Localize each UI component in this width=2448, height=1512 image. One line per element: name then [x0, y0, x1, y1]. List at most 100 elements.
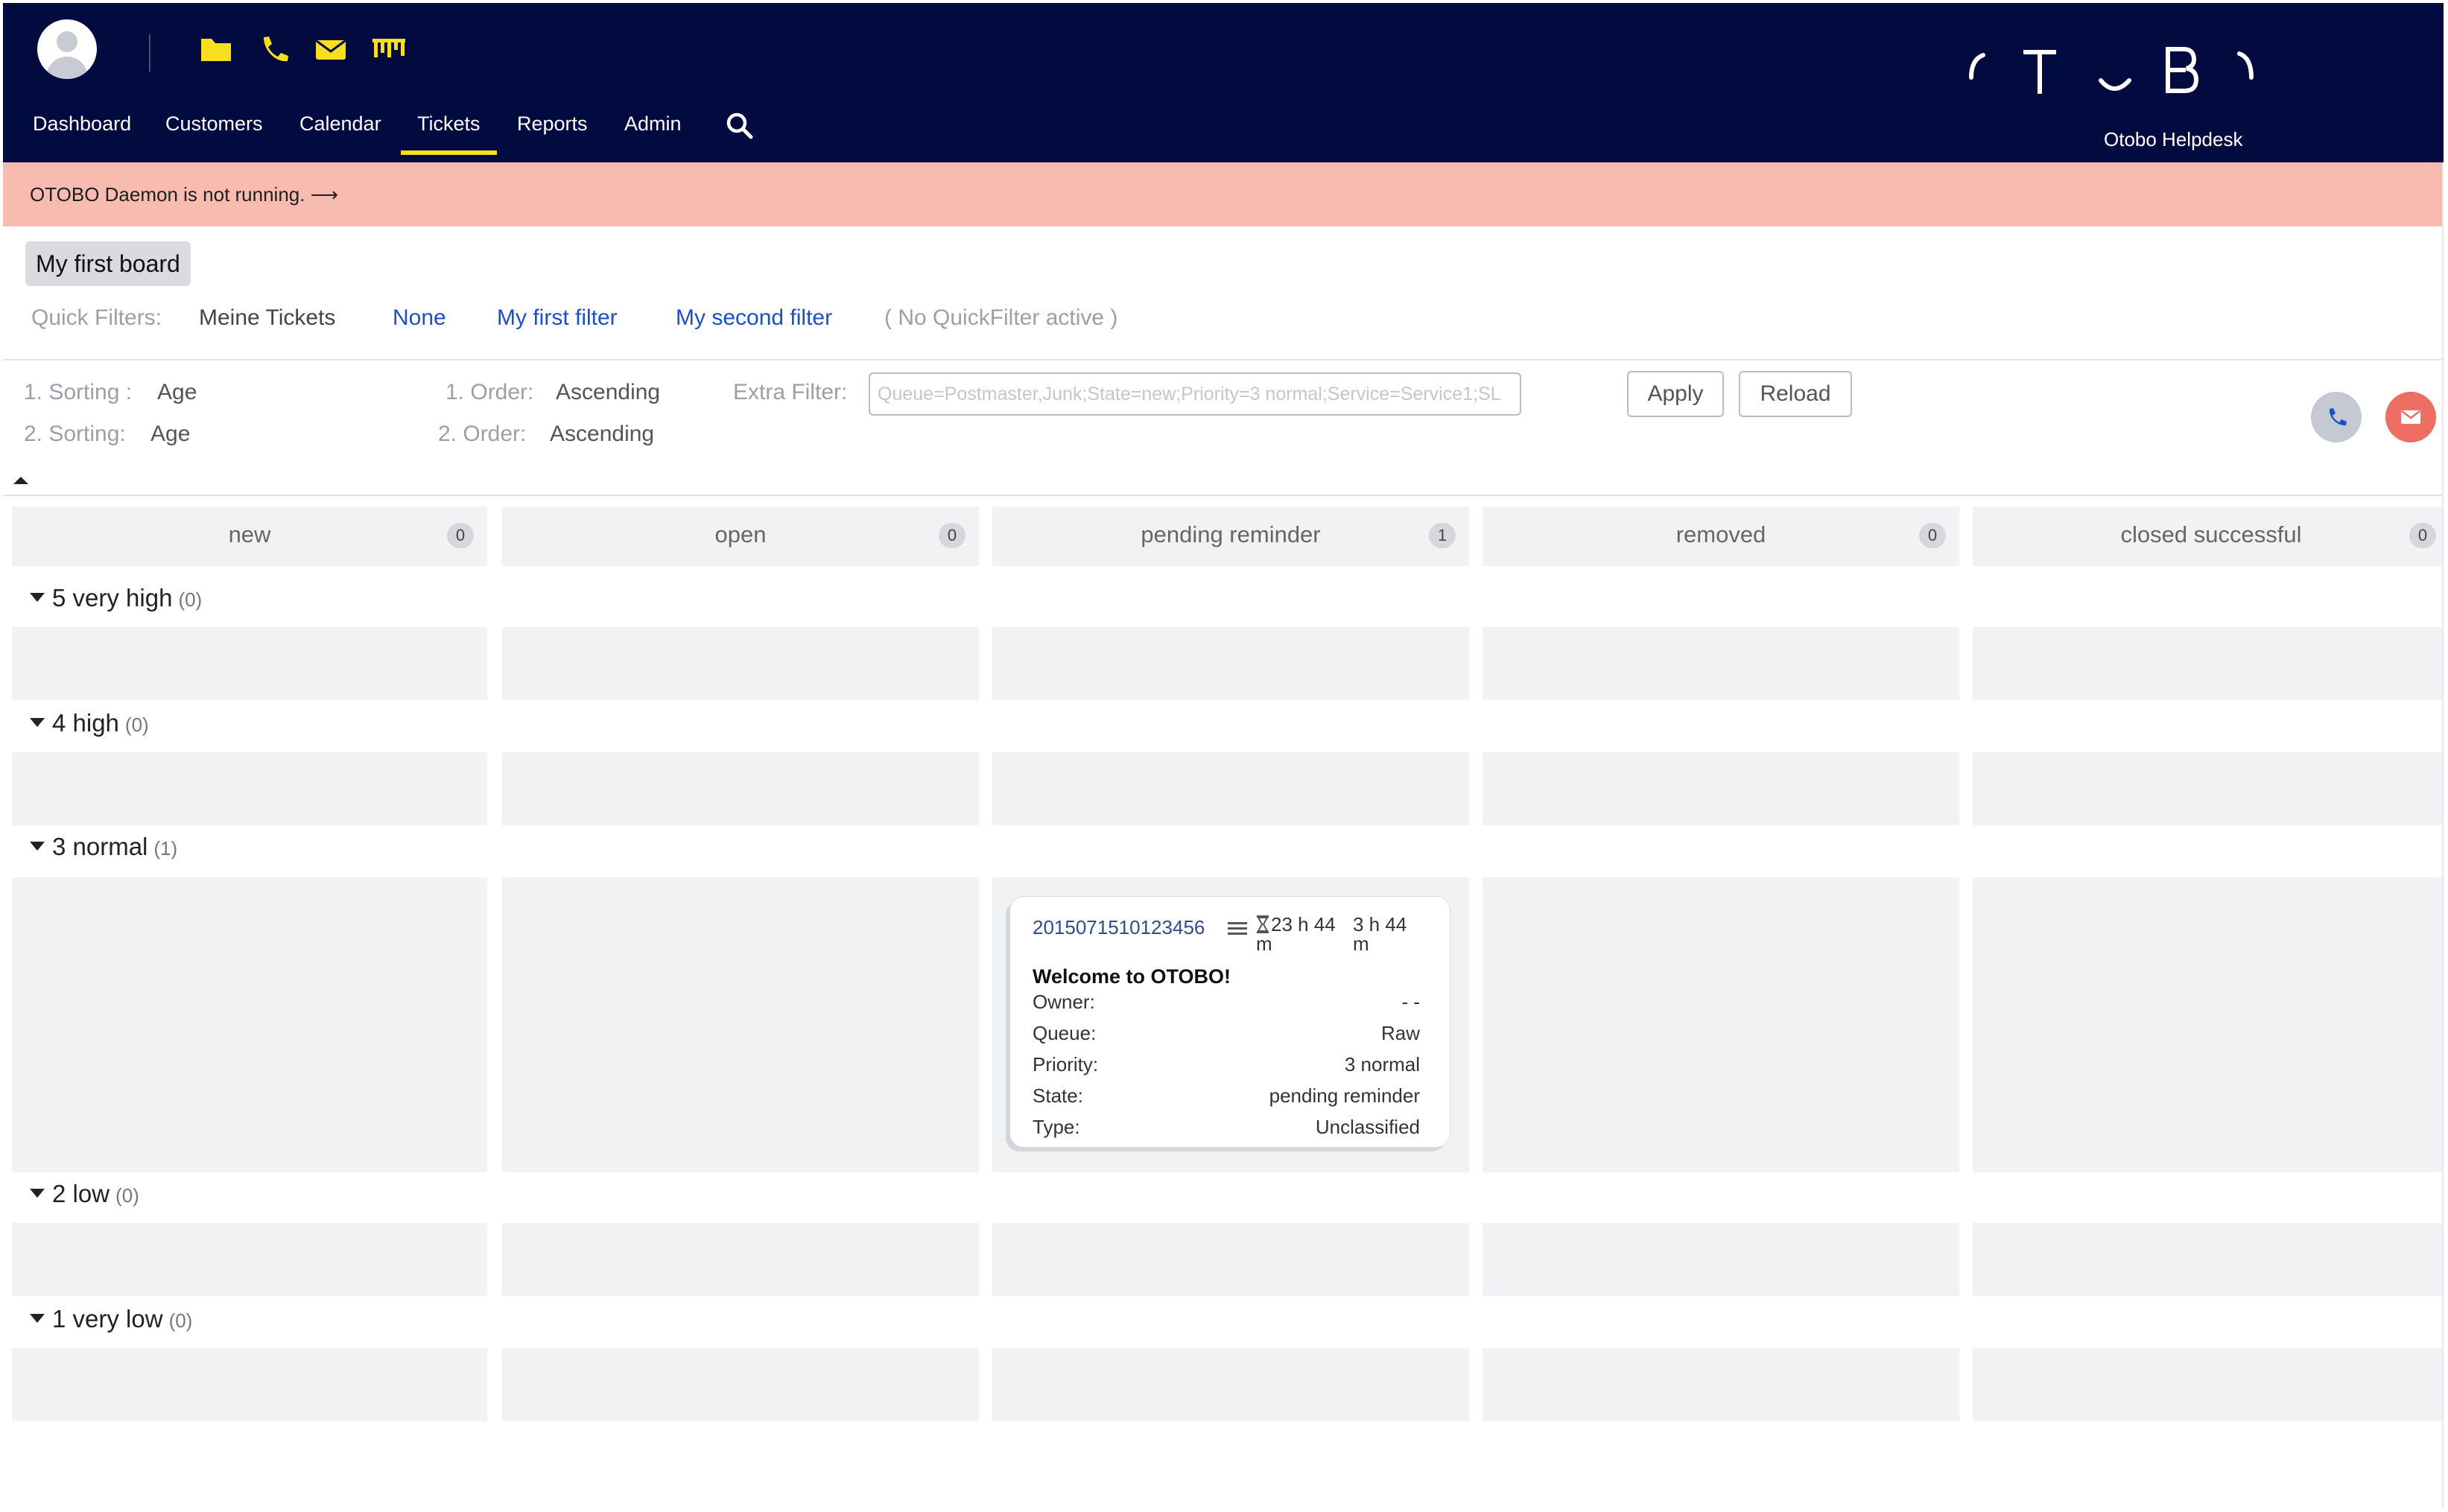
- board-cell[interactable]: [1973, 627, 2444, 700]
- column-header-removed[interactable]: removed 0: [1483, 506, 1959, 566]
- swimlane-label: 5 very high: [52, 584, 173, 612]
- swimlane-toggle-low[interactable]: 2 low (0): [30, 1180, 139, 1208]
- quick-filter-none[interactable]: None: [393, 305, 446, 331]
- caret-down-icon: [30, 1314, 45, 1324]
- board-cell[interactable]: [12, 877, 487, 1172]
- swimlane-toggle-very-low[interactable]: 1 very low (0): [30, 1305, 192, 1333]
- quick-filters-label: Quick Filters:: [31, 305, 162, 330]
- new-phone-ticket-button[interactable]: [2311, 392, 2362, 442]
- board-cell[interactable]: [502, 1348, 979, 1421]
- new-email-ticket-button[interactable]: [2385, 392, 2436, 442]
- caret-down-icon: [30, 1189, 45, 1198]
- board-cell[interactable]: [502, 877, 979, 1172]
- nav-dashboard[interactable]: Dashboard: [33, 107, 131, 155]
- field-label: State:: [1033, 1084, 1083, 1107]
- board-cell[interactable]: [1483, 752, 1959, 825]
- nav-admin[interactable]: Admin: [624, 107, 682, 155]
- reload-button[interactable]: Reload: [1739, 371, 1852, 417]
- swimlane-label: 4 high: [52, 709, 119, 737]
- swimlane-toggle-high[interactable]: 4 high (0): [30, 709, 149, 737]
- field-label: Queue:: [1033, 1022, 1097, 1044]
- swimlane-count: (0): [115, 1184, 139, 1207]
- envelope-icon[interactable]: [311, 31, 350, 67]
- banner-text: OTOBO Daemon is not running. ⟶: [30, 183, 338, 206]
- swimlane-toggle-normal[interactable]: 3 normal (1): [30, 833, 177, 861]
- board-cell[interactable]: [1973, 752, 2444, 825]
- board-cell[interactable]: [502, 627, 979, 700]
- nav-customers[interactable]: Customers: [165, 107, 263, 155]
- board-cell[interactable]: [12, 1223, 487, 1296]
- divider: [3, 495, 2444, 496]
- board-cell[interactable]: [1483, 627, 1959, 700]
- board-cell[interactable]: [1973, 877, 2444, 1172]
- otobo-logo: [1955, 43, 2268, 103]
- hourglass-icon: [1256, 915, 1269, 934]
- swimlane-label: 3 normal: [52, 833, 148, 860]
- column-header-open[interactable]: open 0: [502, 506, 979, 566]
- swimlane-toggle-very-high[interactable]: 5 very high (0): [30, 584, 202, 612]
- ticket-state: pending reminder: [1269, 1084, 1420, 1107]
- daemon-warning-banner[interactable]: OTOBO Daemon is not running. ⟶: [3, 162, 2444, 226]
- ticket-priority: 3 normal: [1344, 1053, 1420, 1076]
- board-cell[interactable]: [1973, 1223, 2444, 1296]
- board-cell[interactable]: [992, 627, 1469, 700]
- board-cell[interactable]: [502, 752, 979, 825]
- sort1-value[interactable]: Age: [157, 380, 197, 405]
- ticket-owner: - -: [1401, 991, 1420, 1013]
- order2-value[interactable]: Ascending: [550, 422, 654, 447]
- board-cell[interactable]: [1483, 1223, 1959, 1296]
- board-title[interactable]: My first board: [25, 241, 191, 286]
- field-label: Owner:: [1033, 991, 1095, 1013]
- field-label: Type:: [1033, 1116, 1080, 1138]
- board-cell[interactable]: [992, 752, 1469, 825]
- column-count-badge: 0: [447, 523, 474, 548]
- nav-reports[interactable]: Reports: [517, 107, 588, 155]
- board-cell[interactable]: [12, 1348, 487, 1421]
- column-title: removed: [1675, 521, 1766, 547]
- ticket-type: Unclassified: [1315, 1116, 1420, 1138]
- sort2-value[interactable]: Age: [150, 422, 190, 447]
- ticket-pending-unit: m: [1353, 933, 1369, 955]
- field-label: Priority:: [1033, 1053, 1099, 1076]
- column-header-new[interactable]: new 0: [12, 506, 487, 566]
- page-border: [2442, 162, 2444, 1509]
- ticket-number-link[interactable]: 2015071510123456: [1033, 916, 1205, 939]
- column-header-pending-reminder[interactable]: pending reminder 1: [992, 506, 1469, 566]
- board-cell[interactable]: [12, 752, 487, 825]
- order2-label: 2. Order:: [438, 422, 527, 446]
- apply-button[interactable]: Apply: [1627, 371, 1724, 417]
- phone-icon[interactable]: [253, 31, 292, 67]
- column-title: open: [714, 521, 767, 547]
- extra-filter-input[interactable]: [869, 372, 1521, 416]
- column-header-closed-successful[interactable]: closed successful 0: [1973, 506, 2444, 566]
- quick-filter-second[interactable]: My second filter: [676, 305, 832, 331]
- ticket-card[interactable]: 2015071510123456 23 h 44 m 3 h 44 m Welc…: [1010, 897, 1450, 1147]
- quick-filter-first[interactable]: My first filter: [497, 305, 618, 331]
- board-cell[interactable]: [1483, 877, 1959, 1172]
- column-title: closed successful: [2120, 521, 2302, 547]
- header-divider: [149, 34, 150, 72]
- column-count-badge: 0: [2409, 523, 2436, 548]
- quick-filter-status: ( No QuickFilter active ): [884, 305, 1118, 330]
- folder-icon[interactable]: [197, 31, 235, 67]
- board-cell[interactable]: [1483, 1348, 1959, 1421]
- nav-tickets[interactable]: Tickets: [401, 107, 496, 155]
- board-cell[interactable]: [992, 1348, 1469, 1421]
- search-icon[interactable]: [726, 112, 754, 140]
- avatar[interactable]: [37, 19, 97, 79]
- phone-icon: [2329, 408, 2347, 426]
- collapse-filters-caret[interactable]: [13, 477, 28, 484]
- nav-calendar[interactable]: Calendar: [299, 107, 381, 155]
- menu-icon[interactable]: [1228, 921, 1247, 937]
- sort2-label: 2. Sorting:: [24, 422, 126, 446]
- brand-name: Otobo Helpdesk: [2104, 128, 2243, 150]
- board-icon[interactable]: [370, 31, 408, 67]
- board-cell[interactable]: [1973, 1348, 2444, 1421]
- board-cell[interactable]: [502, 1223, 979, 1296]
- board-cell[interactable]: [12, 627, 487, 700]
- extra-filter-label: Extra Filter:: [733, 380, 848, 404]
- board-cell[interactable]: [992, 1223, 1469, 1296]
- swimlane-label: 1 very low: [52, 1305, 163, 1332]
- order1-value[interactable]: Ascending: [556, 380, 660, 405]
- swimlane-count: (1): [153, 837, 178, 860]
